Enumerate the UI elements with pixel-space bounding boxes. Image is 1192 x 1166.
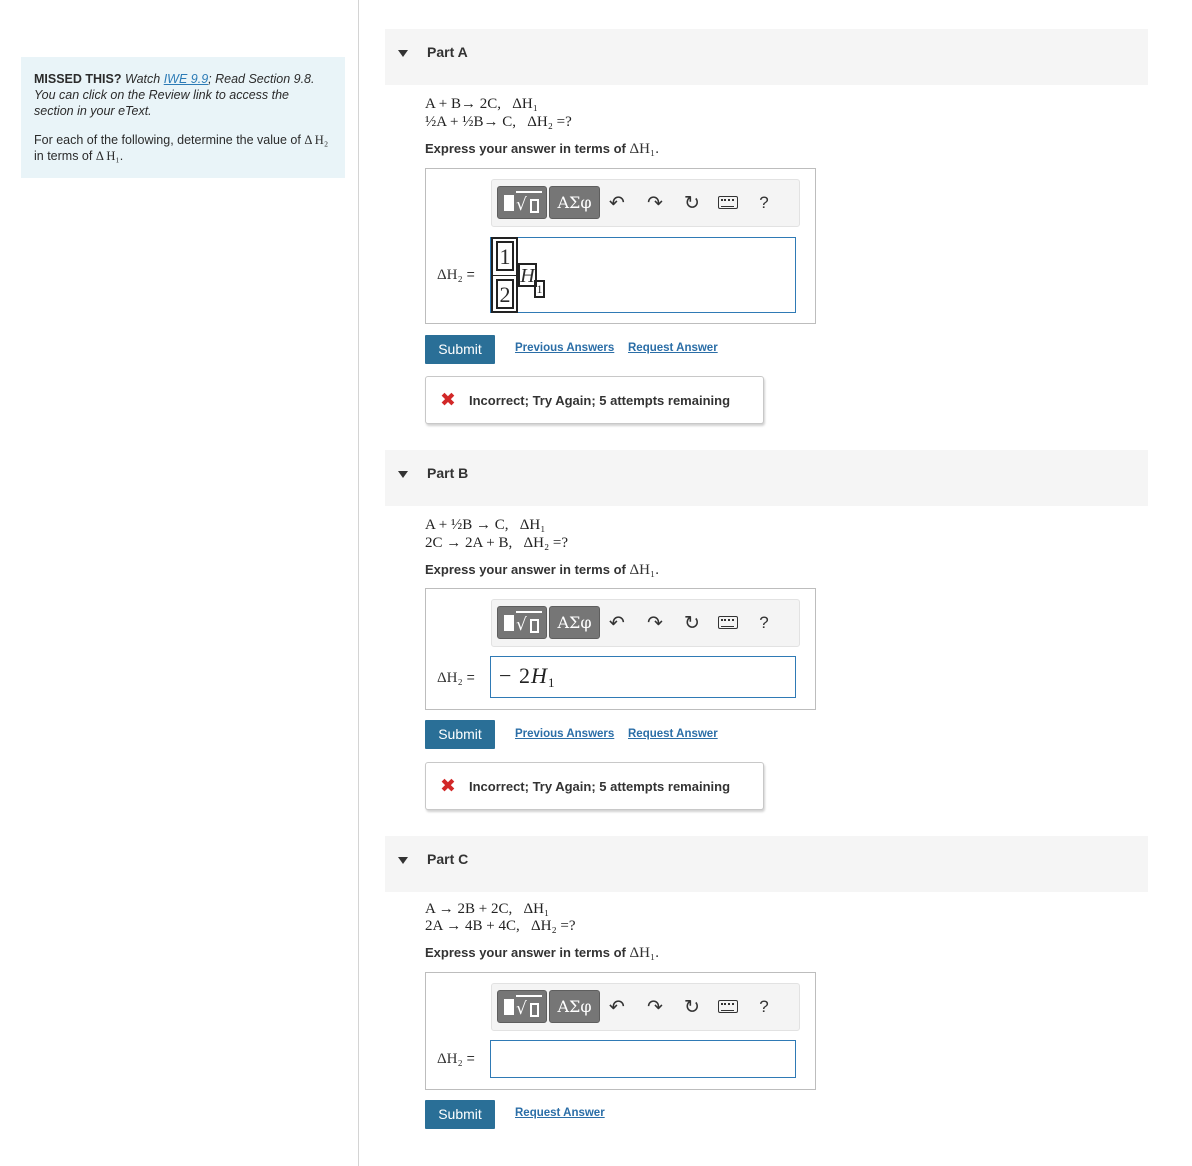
answer-label: ΔH₂ = [437, 1050, 475, 1068]
instruction-prefix: For each of the following, determine the… [34, 133, 301, 147]
instruction-dh1: Δ H₁ [95, 149, 120, 163]
math-toolbar: √ ΑΣφ ↶ ↷ ↻ ? [491, 983, 800, 1031]
part-a-express: Express your answer in terms of ΔH₁. [425, 141, 659, 158]
collapse-triangle-icon[interactable] [398, 857, 408, 864]
undo-icon[interactable]: ↶ [606, 996, 628, 1018]
answer-minus: − [499, 663, 512, 688]
greek-symbols-button[interactable]: ΑΣφ [549, 606, 600, 639]
feedback-message: Incorrect; Try Again; 5 attempts remaini… [469, 779, 731, 794]
part-b-feedback: ✖ Incorrect; Try Again; 5 attempts remai… [425, 762, 764, 810]
part-b-equation-2: 2C → 2A + B, ΔH₂ =? [425, 535, 569, 551]
part-c-answer-box: √ ΑΣφ ↶ ↷ ↻ ? ΔH₂ = [425, 972, 816, 1090]
redo-icon[interactable]: ↷ [644, 612, 666, 634]
answer-label: ΔH₂ = [437, 669, 475, 687]
answer-variable: H [531, 663, 547, 688]
answer-equals: = [466, 1050, 475, 1066]
undo-icon[interactable]: ↶ [606, 192, 628, 214]
subscript-one: 1 [534, 280, 545, 298]
answer-input[interactable] [490, 1040, 796, 1078]
instruction-period: . [119, 149, 124, 163]
part-c-label: Part C [427, 851, 469, 867]
error-x-icon: ✖ [440, 775, 456, 797]
math-toolbar: √ ΑΣφ ↶ ↷ ↻ ? [491, 599, 800, 647]
fraction-box: 1 2 [491, 237, 518, 313]
iwe-link[interactable]: IWE 9.9 [164, 72, 208, 86]
keyboard-icon[interactable] [718, 616, 738, 629]
keyboard-icon[interactable] [718, 196, 738, 209]
template-radical-icon[interactable]: √ [497, 186, 547, 219]
answer-equals: = [466, 266, 475, 282]
page-divider [358, 0, 359, 1166]
express-label: Express your answer in terms of [425, 141, 626, 156]
answer-dh2: ΔH₂ [437, 670, 463, 686]
answer-dh2: ΔH₂ [437, 1051, 463, 1067]
reset-icon[interactable]: ↻ [681, 192, 703, 214]
part-a-request-answer-link[interactable]: Request Answer [628, 342, 718, 354]
missed-this-box: MISSED THIS? Watch IWE 9.9; Read Section… [21, 57, 345, 178]
part-b-equation-1: A + ½B → C, ΔH₁ [425, 517, 546, 533]
template-radical-icon[interactable]: √ [497, 606, 547, 639]
part-c-equation-1: A → 2B + 2C, ΔH₁ [425, 901, 550, 917]
part-a-equation-2: ½A + ½B→ C, ΔH₂ =? [425, 114, 572, 130]
undo-icon[interactable]: ↶ [606, 612, 628, 634]
reset-icon[interactable]: ↻ [681, 996, 703, 1018]
part-a-previous-answers-link[interactable]: Previous Answers [515, 342, 614, 354]
instruction-dh2: Δ H₂ [304, 133, 329, 147]
answer-input[interactable]: 1 2 H 1 [490, 237, 796, 313]
help-button[interactable]: ? [753, 192, 775, 214]
part-c-request-answer-link[interactable]: Request Answer [515, 1107, 605, 1119]
part-b-express: Express your answer in terms of ΔH₁. [425, 562, 659, 579]
part-c-submit-button[interactable]: Submit [425, 1100, 495, 1129]
answer-coefficient: 2 [519, 663, 530, 688]
express-label: Express your answer in terms of [425, 945, 626, 960]
part-b-answer-box: √ ΑΣφ ↶ ↷ ↻ ? ΔH₂ = − 2 H 1 [425, 588, 816, 710]
express-math: ΔH₁. [629, 141, 659, 157]
fraction-numerator: 1 [496, 241, 514, 271]
feedback-message: Incorrect; Try Again; 5 attempts remaini… [469, 393, 731, 408]
help-button[interactable]: ? [753, 612, 775, 634]
part-a-header[interactable]: Part A [385, 29, 1148, 85]
answer-input[interactable]: − 2 H 1 [490, 656, 796, 698]
part-b-request-answer-link[interactable]: Request Answer [628, 728, 718, 740]
part-a-label: Part A [427, 44, 468, 60]
part-b-previous-answers-link[interactable]: Previous Answers [515, 728, 614, 740]
fraction-denominator: 2 [496, 279, 514, 309]
part-a-submit-button[interactable]: Submit [425, 335, 495, 364]
greek-symbols-button[interactable]: ΑΣφ [549, 990, 600, 1023]
collapse-triangle-icon[interactable] [398, 50, 408, 57]
part-c-equation-2: 2A → 4B + 4C, ΔH₂ =? [425, 918, 576, 934]
part-a-answer-box: √ ΑΣφ ↶ ↷ ↻ ? ΔH₂ = 1 2 H 1 [425, 168, 816, 324]
part-c-express: Express your answer in terms of ΔH₁. [425, 945, 659, 962]
redo-icon[interactable]: ↷ [644, 996, 666, 1018]
error-x-icon: ✖ [440, 389, 456, 411]
keyboard-icon[interactable] [718, 1000, 738, 1013]
part-c-header[interactable]: Part C [385, 836, 1148, 892]
part-b-label: Part B [427, 465, 469, 481]
math-toolbar: √ ΑΣφ ↶ ↷ ↻ ? [491, 179, 800, 227]
answer-subscript: 1 [548, 675, 555, 690]
collapse-triangle-icon[interactable] [398, 471, 408, 478]
missed-this-lead: MISSED THIS? [34, 72, 122, 86]
part-b-header[interactable]: Part B [385, 450, 1148, 506]
template-radical-icon[interactable]: √ [497, 990, 547, 1023]
part-b-submit-button[interactable]: Submit [425, 720, 495, 749]
answer-dh2: ΔH₂ [437, 267, 463, 283]
greek-symbols-button[interactable]: ΑΣφ [549, 186, 600, 219]
answer-label: ΔH₂ = [437, 266, 475, 284]
part-a-feedback: ✖ Incorrect; Try Again; 5 attempts remai… [425, 376, 764, 424]
part-a-equation-1: A + B→ 2C, ΔH₁ [425, 96, 538, 112]
express-math: ΔH₁. [629, 562, 659, 578]
redo-icon[interactable]: ↷ [644, 192, 666, 214]
express-label: Express your answer in terms of [425, 562, 626, 577]
reset-icon[interactable]: ↻ [681, 612, 703, 634]
watch-prefix: Watch [125, 72, 161, 86]
instruction-in-terms: in terms of [34, 149, 93, 163]
answer-equals: = [466, 669, 475, 685]
help-button[interactable]: ? [753, 996, 775, 1018]
express-math: ΔH₁. [629, 945, 659, 961]
